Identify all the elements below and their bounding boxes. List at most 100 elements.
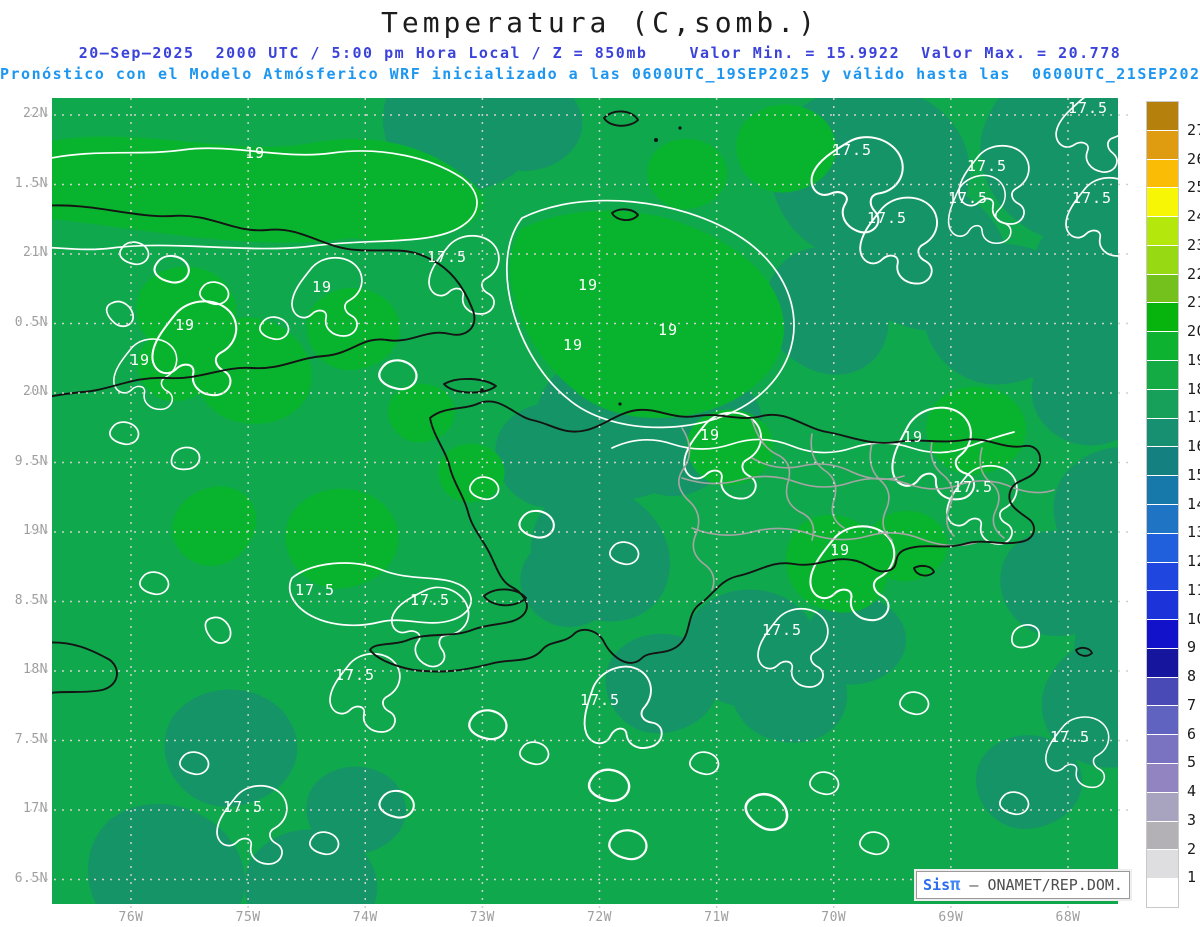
- contour-value-label: 19: [174, 316, 196, 334]
- colorbar-segment: [1147, 475, 1178, 504]
- lon-tick-label: 69W: [938, 910, 964, 925]
- colorbar-segment: [1147, 561, 1178, 591]
- colorbar-segment: [1147, 417, 1178, 447]
- colorbar-segment: [1147, 676, 1178, 706]
- colorbar-value-label: 27: [1187, 120, 1200, 139]
- colorbar-value-label: 8: [1187, 667, 1197, 685]
- temperature-colorbar: [1146, 101, 1179, 908]
- colorbar-segment: [1147, 878, 1178, 907]
- colorbar-segment: [1147, 446, 1178, 476]
- logo-agency-text: – ONAMET/REP.DOM.: [960, 876, 1123, 894]
- contour-value-label: 17.5: [966, 157, 1008, 175]
- weather-map-page: Temperatura (C,somb.) 20–Sep–2025 2000 U…: [0, 0, 1200, 927]
- colorbar-segment: [1147, 129, 1178, 159]
- colorbar-segment: [1147, 187, 1178, 217]
- colorbar-value-label: 9: [1187, 638, 1197, 657]
- contour-value-label: 19: [699, 426, 721, 444]
- subtitle-model-run: Pronóstico con el Modelo Atmósferico WRF…: [0, 65, 1200, 83]
- contour-value-label: 17.5: [334, 666, 376, 684]
- colorbar-value-label: 14: [1187, 494, 1200, 513]
- colorbar-value-label: 20: [1187, 322, 1200, 340]
- lat-tick-label: 1.5N: [14, 175, 48, 191]
- page-title: Temperatura (C,somb.): [380, 6, 819, 39]
- lat-tick-label: 22N: [23, 106, 48, 121]
- colorbar-value-label: 2: [1187, 839, 1197, 858]
- colorbar-value-label: 26: [1187, 149, 1200, 168]
- colorbar-value-label: 16: [1187, 437, 1200, 455]
- colorbar-value-label: 15: [1187, 465, 1200, 484]
- colorbar-value-label: 24: [1187, 207, 1200, 225]
- colorbar-segment: [1147, 158, 1178, 188]
- colorbar-segment: [1147, 647, 1178, 677]
- colorbar-segment: [1147, 849, 1178, 879]
- colorbar-value-label: 10: [1187, 609, 1200, 628]
- contour-value-label: 17.5: [761, 621, 803, 639]
- colorbar-segment: [1147, 791, 1178, 821]
- lat-tick-label: 19N: [23, 523, 48, 538]
- contour-value-label: 19: [902, 428, 924, 446]
- lat-tick-label: 8.5N: [14, 592, 48, 608]
- lon-tick-label: 74W: [352, 910, 378, 925]
- colorbar-value-label: 6: [1187, 724, 1197, 743]
- contour-value-label: 17.5: [409, 591, 451, 609]
- lon-tick-label: 72W: [587, 910, 612, 925]
- contour-value-label: 19: [829, 541, 851, 559]
- colorbar-segment: [1147, 331, 1178, 361]
- colorbar-segment: [1147, 590, 1178, 620]
- lat-tick-label: 20N: [23, 384, 48, 399]
- colorbar-value-label: 7: [1187, 695, 1197, 714]
- colorbar-segment: [1147, 532, 1178, 562]
- contour-value-label: 17.5: [1071, 189, 1113, 207]
- contour-value-label: 19: [562, 336, 584, 354]
- contour-value-label: 17.5: [222, 798, 264, 816]
- colorbar-segment: [1147, 216, 1178, 245]
- contour-value-label: 19: [657, 321, 679, 339]
- lat-tick-label: 21N: [23, 245, 48, 260]
- colorbar-value-label: 12: [1187, 552, 1200, 570]
- contour-value-label: 17.5: [426, 248, 468, 266]
- colorbar-segment: [1147, 102, 1178, 130]
- colorbar-value-label: 5: [1187, 753, 1197, 772]
- contour-value-label: 17.5: [294, 581, 336, 599]
- colorbar-value-label: 22: [1187, 264, 1200, 283]
- colorbar-segment: [1147, 762, 1178, 792]
- colorbar-segment: [1147, 734, 1178, 763]
- lon-tick-label: 68W: [1055, 910, 1081, 925]
- contour-value-label: 17.5: [1067, 99, 1109, 117]
- contour-value-label: 17.5: [831, 141, 873, 159]
- lon-tick-label: 70W: [821, 910, 847, 925]
- onamet-logo-box: Sis π – ONAMET/REP.DOM.: [916, 871, 1130, 899]
- colorbar-value-label: 1: [1187, 868, 1197, 887]
- colorbar-value-label: 11: [1187, 580, 1200, 599]
- colorbar-segment: [1147, 360, 1178, 389]
- lat-tick-label: 18N: [23, 662, 48, 677]
- colorbar-value-label: 23: [1187, 235, 1200, 254]
- contour-value-label: 17.5: [947, 189, 989, 207]
- contour-value-label: 19: [129, 351, 151, 369]
- colorbar-segment: [1147, 302, 1178, 332]
- lon-tick-label: 73W: [469, 910, 495, 925]
- colorbar-segment: [1147, 619, 1178, 648]
- colorbar-value-label: 18: [1187, 379, 1200, 398]
- contour-value-label: 17.5: [1049, 728, 1091, 746]
- colorbar-segment: [1147, 820, 1178, 850]
- contour-value-label: 17.5: [866, 209, 908, 227]
- map-canvas: [30, 98, 1134, 910]
- contour-value-label: 19: [577, 276, 599, 294]
- subtitle-valid-time: 20–Sep–2025 2000 UTC / 5:00 pm Hora Loca…: [78, 44, 1122, 62]
- colorbar-segment: [1147, 705, 1178, 735]
- contour-value-label: 17.5: [579, 691, 621, 709]
- colorbar-value-label: 21: [1187, 293, 1200, 312]
- lon-tick-label: 76W: [118, 910, 144, 925]
- contour-value-label: 19: [311, 278, 333, 296]
- logo-sis-text: Sis: [923, 876, 951, 894]
- colorbar-value-label: 4: [1187, 782, 1197, 800]
- lat-tick-label: 7.5N: [14, 731, 48, 747]
- colorbar-value-label: 19: [1187, 350, 1200, 369]
- contour-value-label: 19: [244, 144, 266, 162]
- colorbar-segment: [1147, 273, 1178, 303]
- colorbar-value-label: 25: [1187, 178, 1200, 197]
- colorbar-value-label: 3: [1187, 810, 1197, 829]
- colorbar-value-label: 17: [1187, 408, 1200, 427]
- lat-tick-label: 17N: [23, 801, 48, 816]
